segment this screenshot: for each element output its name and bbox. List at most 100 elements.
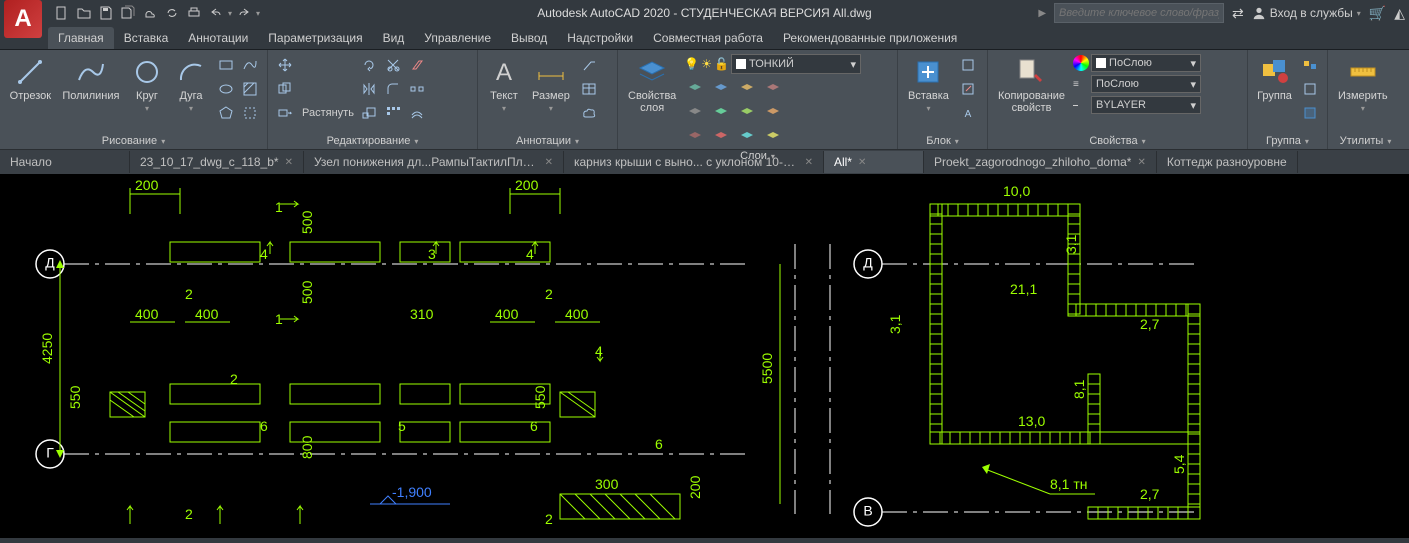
qat-redo-icon[interactable] [234, 3, 254, 23]
dwg-tab[interactable]: Узел понижения дл...РампыТактилПлиты*✕ [304, 151, 564, 173]
panel-title-utils[interactable]: Утилиты [1334, 133, 1397, 149]
layer-walk-icon[interactable] [762, 102, 784, 124]
layer-prev-icon[interactable] [736, 102, 758, 124]
tab-recommended[interactable]: Рекомендованные приложения [773, 27, 967, 49]
tab-insert[interactable]: Вставка [114, 27, 179, 49]
move-icon[interactable] [274, 54, 296, 76]
text-tool[interactable]: A Текст ▾ [484, 54, 524, 115]
share-icon[interactable]: ⇄ [1232, 5, 1244, 22]
qat-open-icon[interactable] [74, 3, 94, 23]
panel-title-block[interactable]: Блок [904, 133, 981, 149]
dwg-tab[interactable]: Proekt_zagorodnogo_zhiloho_doma*✕ [924, 151, 1157, 173]
panel-title-props[interactable]: Свойства [994, 133, 1241, 149]
circle-tool[interactable]: Круг ▾ [127, 54, 167, 115]
polyline-tool[interactable]: Полилиния [59, 54, 123, 104]
ungroup-icon[interactable] [1299, 54, 1321, 76]
layer-lock-icon[interactable] [762, 78, 784, 100]
table-icon[interactable] [578, 78, 600, 100]
qat-saveall-icon[interactable] [118, 3, 138, 23]
scale-icon[interactable] [358, 102, 380, 124]
group-select-icon[interactable] [1299, 102, 1321, 124]
panel-title-modify[interactable]: Редактирование [274, 133, 471, 149]
dwg-tab[interactable]: All*✕ [824, 151, 924, 173]
tab-view[interactable]: Вид [373, 27, 415, 49]
search-input[interactable] [1054, 3, 1224, 23]
layer-change-icon[interactable] [736, 126, 758, 148]
panel-title-annotation[interactable]: Аннотации [484, 133, 611, 149]
insert-block-tool[interactable]: Вставка ▾ [904, 54, 953, 115]
layer-off-icon[interactable] [684, 102, 706, 124]
app-logo[interactable]: A [4, 0, 42, 38]
tab-output[interactable]: Вывод [501, 27, 557, 49]
layer-copy-icon[interactable] [762, 126, 784, 148]
color-dropdown[interactable]: ПоСлою▾ [1091, 54, 1201, 72]
close-icon[interactable]: ✕ [1137, 157, 1145, 168]
measure-tool[interactable]: Измерить ▾ [1334, 54, 1392, 115]
dwg-tab[interactable]: Коттедж разноуровне [1157, 151, 1298, 173]
attr-edit-icon[interactable]: A [957, 102, 979, 124]
copy-icon[interactable] [274, 78, 296, 100]
color-wheel-icon[interactable] [1073, 55, 1089, 71]
layer-iso-icon[interactable] [710, 78, 732, 100]
trim-icon[interactable] [382, 54, 404, 76]
close-icon[interactable]: ✕ [858, 157, 866, 168]
layer-merge-icon[interactable] [684, 126, 706, 148]
close-icon[interactable]: ✕ [285, 157, 293, 168]
dwg-tab[interactable]: карниз крыши с выно... с уклоном 10-16)*… [564, 151, 824, 173]
close-icon[interactable]: ✕ [805, 157, 813, 168]
layer-del-icon[interactable] [710, 126, 732, 148]
hatch-icon[interactable] [239, 78, 261, 100]
edit-block-icon[interactable] [957, 78, 979, 100]
drawing-canvas[interactable]: Д Г 4250 200 200 1 1 500 500 4 3 4 [0, 174, 1409, 538]
dwg-tab-start[interactable]: Начало [0, 151, 130, 173]
cart-icon[interactable]: 🛒 [1369, 5, 1386, 22]
tab-main[interactable]: Главная [48, 27, 114, 49]
line-tool[interactable]: Отрезок [6, 54, 55, 104]
erase-icon[interactable] [406, 54, 428, 76]
tab-annotations[interactable]: Аннотации [178, 27, 258, 49]
panel-title-draw[interactable]: Рисование [6, 133, 261, 149]
rect-icon[interactable] [215, 54, 237, 76]
region-icon[interactable] [239, 102, 261, 124]
lineweight-dropdown[interactable]: ПоСлою▾ [1091, 75, 1201, 93]
stretch-icon[interactable] [274, 102, 296, 124]
explode-icon[interactable] [406, 78, 428, 100]
autodesk-icon[interactable]: ◭ [1394, 5, 1405, 22]
fillet-icon[interactable] [382, 78, 404, 100]
layer-freeze-icon[interactable] [736, 78, 758, 100]
qat-sync-icon[interactable] [162, 3, 182, 23]
tab-addons[interactable]: Надстройки [557, 27, 643, 49]
login-button[interactable]: Вход в службы ▾ [1252, 6, 1361, 20]
cloud-icon[interactable] [578, 102, 600, 124]
tab-collab[interactable]: Совместная работа [643, 27, 773, 49]
group-edit-icon[interactable] [1299, 78, 1321, 100]
dropdown-icon[interactable]: ▾ [256, 9, 260, 18]
ellipse-icon[interactable] [215, 78, 237, 100]
layer-props-tool[interactable]: Свойства слоя [624, 54, 680, 116]
array-icon[interactable] [382, 102, 404, 124]
create-block-icon[interactable] [957, 54, 979, 76]
match-props-tool[interactable]: Копирование свойств [994, 54, 1069, 116]
rotate-icon[interactable] [358, 54, 380, 76]
qat-new-icon[interactable] [52, 3, 72, 23]
offset-icon[interactable] [406, 102, 428, 124]
dimension-tool[interactable]: Размер ▾ [528, 54, 574, 115]
mirror-icon[interactable] [358, 78, 380, 100]
group-tool[interactable]: Группа [1254, 54, 1295, 104]
spline-icon[interactable] [239, 54, 261, 76]
layer-match-icon[interactable] [710, 102, 732, 124]
panel-title-group[interactable]: Группа [1254, 133, 1321, 149]
close-icon[interactable]: ✕ [545, 157, 553, 168]
layer-dropdown[interactable]: ТОНКИЙ ▾ [731, 54, 861, 74]
tab-parametrization[interactable]: Параметризация [258, 27, 372, 49]
qat-undo-icon[interactable] [206, 3, 226, 23]
linetype-dropdown[interactable]: BYLAYER▾ [1091, 96, 1201, 114]
dropdown-icon[interactable]: ▾ [228, 9, 232, 18]
leader-icon[interactable] [578, 54, 600, 76]
polygon-icon[interactable] [215, 102, 237, 124]
qat-cloud-icon[interactable] [140, 3, 160, 23]
arc-tool[interactable]: Дуга ▾ [171, 54, 211, 115]
tab-manage[interactable]: Управление [414, 27, 501, 49]
qat-save-icon[interactable] [96, 3, 116, 23]
qat-print-icon[interactable] [184, 3, 204, 23]
